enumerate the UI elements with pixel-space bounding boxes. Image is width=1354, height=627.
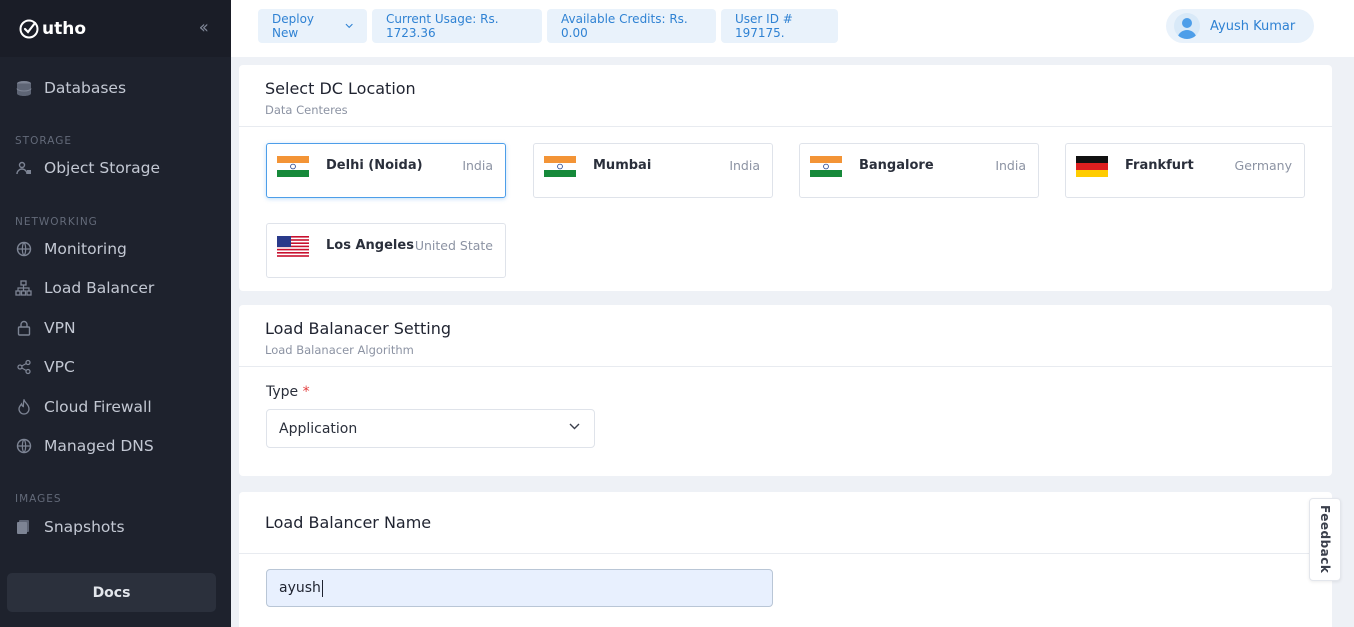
sidebar-item-label: Managed DNS	[44, 437, 154, 455]
lb-setting-title: Load Balanacer Setting	[265, 319, 452, 338]
user-menu[interactable]: Ayush Kumar	[1166, 9, 1314, 43]
section-images: IMAGES	[15, 493, 62, 505]
sidebar-item-label: VPN	[44, 319, 76, 337]
lb-setting-subtitle: Load Balanacer Algorithm	[265, 343, 414, 357]
sitemap-icon	[15, 280, 32, 297]
india-flag-icon	[544, 156, 576, 177]
chevron-down-icon	[569, 423, 580, 430]
location-city: Bangalore	[859, 158, 934, 173]
database-icon	[15, 80, 32, 97]
sidebar-item-vpn[interactable]: VPN	[15, 317, 76, 339]
globe-icon	[15, 438, 32, 455]
user-id-badge[interactable]: User ID # 197175.	[721, 9, 838, 43]
location-option-bangalore[interactable]: Bangalore India	[799, 143, 1039, 198]
location-city: Mumbai	[593, 158, 652, 173]
sidebar-item-label: Monitoring	[44, 240, 127, 258]
sidebar-item-cloud-firewall[interactable]: Cloud Firewall	[15, 396, 152, 418]
germany-flag-icon	[1076, 156, 1108, 177]
current-usage-badge[interactable]: Current Usage: Rs. 1723.36	[372, 9, 542, 43]
lb-name-value: ayush	[279, 580, 321, 596]
location-city: Los Angeles	[326, 238, 414, 253]
type-field-label: Type *	[266, 384, 310, 400]
section-storage: STORAGE	[15, 135, 72, 147]
lb-name-title: Load Balancer Name	[265, 513, 432, 532]
sidebar-item-load-balancer[interactable]: Load Balancer	[15, 277, 154, 299]
available-credits-label: Available Credits: Rs. 0.00	[561, 12, 688, 40]
sidebar-item-databases[interactable]: Databases	[15, 77, 126, 99]
location-option-los-angeles[interactable]: Los Angeles United State	[266, 223, 506, 278]
feedback-tab[interactable]: Feedback	[1309, 498, 1341, 581]
docs-button[interactable]: Docs	[7, 573, 216, 612]
collapse-sidebar-icon[interactable]: ‹‹	[199, 17, 210, 38]
share-icon	[15, 359, 32, 376]
type-select-value: Application	[279, 420, 358, 437]
location-city: Delhi (Noida)	[326, 158, 423, 173]
location-country: India	[729, 158, 760, 173]
feedback-label: Feedback	[1318, 505, 1332, 574]
top-bar: Deploy New Current Usage: Rs. 1723.36 Av…	[231, 0, 1354, 57]
deploy-new-button[interactable]: Deploy New	[258, 9, 367, 43]
lb-setting-card: Load Balanacer Setting Load Balanacer Al…	[239, 305, 1332, 476]
usa-flag-icon	[277, 236, 309, 257]
sidebar-item-managed-dns[interactable]: Managed DNS	[15, 435, 154, 457]
sidebar-item-label: Cloud Firewall	[44, 398, 152, 416]
sidebar-item-snapshots[interactable]: Snapshots	[15, 516, 125, 538]
india-flag-icon	[810, 156, 842, 177]
section-networking: NETWORKING	[15, 216, 98, 228]
current-usage-label: Current Usage: Rs. 1723.36	[386, 12, 499, 40]
sidebar-item-label: Load Balancer	[44, 279, 155, 297]
sidebar-item-label: VPC	[44, 358, 75, 376]
location-country: India	[462, 158, 493, 173]
type-select[interactable]: Application	[266, 409, 595, 448]
location-option-frankfurt[interactable]: Frankfurt Germany	[1065, 143, 1305, 198]
sidebar-item-label: Snapshots	[44, 518, 125, 536]
location-city: Frankfurt	[1125, 158, 1194, 173]
required-mark: *	[302, 384, 310, 400]
user-name: Ayush Kumar	[1210, 18, 1296, 34]
chevron-down-icon	[345, 23, 353, 29]
lock-icon	[15, 320, 32, 337]
brand-logo[interactable]: utho	[18, 18, 86, 40]
deploy-new-label: Deploy New	[272, 12, 315, 40]
sidebar-item-vpc[interactable]: VPC	[15, 356, 75, 378]
brand-bar: utho ‹‹	[0, 0, 231, 57]
location-country: Germany	[1234, 158, 1292, 173]
avatar	[1174, 13, 1200, 39]
lb-name-card: Load Balancer Name ayush	[239, 492, 1332, 627]
location-country: United State	[414, 238, 493, 253]
divider	[239, 366, 1332, 367]
object-storage-icon	[15, 160, 32, 177]
sidebar-item-label: Object Storage	[44, 159, 161, 177]
utho-logo-icon	[19, 19, 39, 38]
brand-name: utho	[42, 18, 87, 39]
sidebar-item-object-storage[interactable]: Object Storage	[15, 157, 160, 179]
dc-location-card: Select DC Location Data Centeres Delhi (…	[239, 65, 1332, 291]
dc-location-title: Select DC Location	[265, 79, 416, 98]
location-option-mumbai[interactable]: Mumbai India	[533, 143, 773, 198]
user-id-label: User ID # 197175.	[735, 12, 793, 40]
sidebar-item-label: Databases	[44, 79, 127, 97]
divider	[239, 553, 1332, 554]
sidebar-item-monitoring[interactable]: Monitoring	[15, 238, 127, 260]
available-credits-badge[interactable]: Available Credits: Rs. 0.00	[547, 9, 716, 43]
sidebar: utho ‹‹ Databases STORAGE Object Storage…	[0, 0, 231, 627]
dc-location-subtitle: Data Centeres	[265, 103, 348, 117]
location-option-delhi[interactable]: Delhi (Noida) India	[266, 143, 506, 198]
location-country: India	[995, 158, 1026, 173]
lb-name-input[interactable]: ayush	[266, 569, 773, 607]
globe-icon	[15, 241, 32, 258]
india-flag-icon	[277, 156, 309, 177]
fire-icon	[15, 399, 32, 416]
text-caret	[321, 579, 323, 597]
snapshot-icon	[15, 519, 32, 536]
type-label-text: Type	[266, 384, 299, 400]
divider	[239, 126, 1332, 127]
